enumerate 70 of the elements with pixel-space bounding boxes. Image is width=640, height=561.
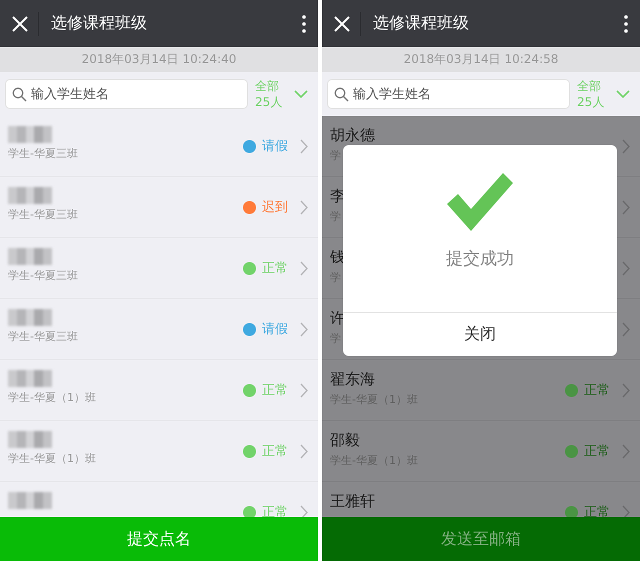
status-label: 迟到 (262, 199, 288, 216)
chevron-icon (300, 200, 308, 214)
student-row[interactable]: 学生-华夏三班 请假 (0, 299, 318, 360)
filter-label[interactable]: 全部 (577, 78, 604, 94)
chevron-icon (300, 322, 308, 336)
blurred-name (8, 309, 52, 326)
search-field[interactable]: 输入学生姓名 (328, 80, 569, 108)
student-row[interactable]: 学生-华夏三班 正常 (0, 238, 318, 299)
student-row[interactable]: 学生-华夏（1）班 正常 (0, 360, 318, 421)
search-input[interactable]: 输入学生姓名 (31, 86, 231, 102)
status-label: 请假 (262, 138, 288, 155)
status-label: 正常 (584, 443, 610, 460)
chevron-icon (300, 138, 308, 154)
blurred-name (8, 187, 52, 204)
filter-label[interactable]: 全部 (255, 78, 282, 94)
student-name: 王雅轩 (330, 492, 375, 511)
close-icon[interactable] (334, 16, 350, 32)
chevron-icon (622, 322, 630, 336)
student-class: 学生-华夏三班 (8, 269, 78, 283)
student-class: 学生-华夏（1）班 (8, 452, 96, 466)
chevron-icon (622, 200, 630, 214)
search-input[interactable]: 输入学生姓名 (353, 86, 553, 102)
blurred-name (8, 126, 52, 143)
status-label: 正常 (262, 443, 288, 460)
status-label: 正常 (584, 382, 610, 399)
chevron-icon (300, 504, 308, 517)
status-label: 正常 (262, 382, 288, 399)
close-button[interactable]: 关闭 (343, 312, 617, 356)
chevron-icon (300, 444, 308, 458)
blurred-name (8, 370, 52, 387)
student-class: 学生-华夏三班 (8, 147, 78, 161)
more-icon[interactable] (302, 14, 306, 32)
page-title: 选修课程班级 (51, 13, 148, 34)
student-class: 学生-华夏三班 (8, 208, 78, 222)
chevron-icon (622, 382, 630, 398)
student-count: 25人 (255, 94, 282, 110)
student-count: 25人 (577, 94, 604, 110)
student-name: 许 (330, 309, 345, 328)
submit-button[interactable]: 提交点名 (0, 517, 318, 561)
chevron-icon (622, 504, 630, 517)
chevron-icon (300, 382, 308, 398)
student-row[interactable]: 学生-华夏三班 请假 (0, 116, 318, 177)
student-class: 学生-华夏三班 (8, 330, 78, 344)
status-label: 正常 (262, 260, 288, 277)
student-name: 邵毅 (330, 431, 360, 450)
student-name: 李 (330, 187, 345, 206)
blurred-name (8, 248, 52, 265)
chevron-icon (300, 260, 308, 276)
timestamp: 2018年03月14日 10:24:58 (404, 51, 558, 68)
submit-button[interactable]: 发送至邮箱 (322, 517, 640, 561)
student-class: 学生-华夏（1）班 (8, 391, 96, 405)
student-name: 胡永德 (330, 126, 375, 145)
chevron-icon (622, 260, 630, 276)
blurred-name (8, 431, 52, 448)
status-label: 请假 (262, 321, 288, 338)
chevron-icon (622, 444, 630, 458)
blurred-name (8, 492, 52, 509)
search-icon (12, 86, 27, 102)
close-icon[interactable] (12, 16, 28, 32)
search-field[interactable]: 输入学生姓名 (6, 80, 247, 108)
more-icon[interactable] (624, 14, 628, 32)
student-row[interactable]: 学生-华夏三班 迟到 (0, 177, 318, 238)
timestamp: 2018年03月14日 10:24:40 (82, 51, 236, 68)
student-row[interactable]: 学生-华夏（1）班 正常 (0, 421, 318, 482)
checkmark-icon (447, 173, 513, 231)
page-title: 选修课程班级 (373, 13, 470, 34)
student-name: 翟东海 (330, 370, 375, 389)
search-icon (334, 86, 349, 102)
chevron-icon (622, 138, 630, 154)
dialog-message: 提交成功 (446, 248, 514, 270)
